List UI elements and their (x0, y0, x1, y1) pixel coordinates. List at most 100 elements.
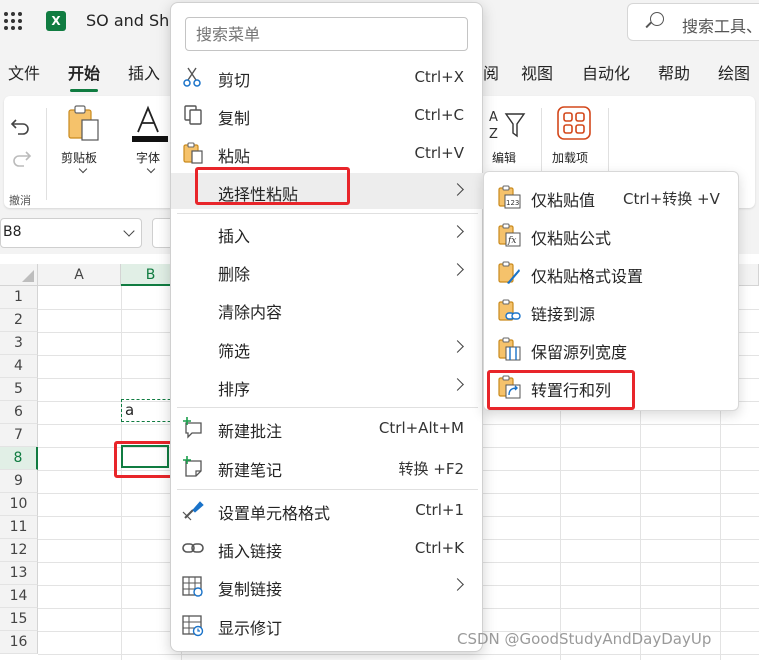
row-header[interactable]: 3 (0, 332, 38, 355)
menu-item-shortcut: Ctrl+K (414, 539, 464, 557)
clipboard-icon[interactable] (66, 104, 102, 144)
submenu-item-paste-formatting[interactable]: 仅粘贴格式设置 (484, 254, 740, 292)
menu-item-copy[interactable]: 复制 Ctrl+C (171, 97, 484, 133)
redo-icon[interactable] (10, 148, 32, 168)
row-header[interactable]: 12 (0, 539, 38, 562)
menu-item-insert-link[interactable]: 插入链接 Ctrl+K (171, 530, 484, 566)
submenu-item-paste-values[interactable]: 123 仅粘贴值 Ctrl+转换 +V (484, 178, 740, 216)
column-header-a[interactable]: A (38, 264, 121, 286)
search-box[interactable]: 搜索工具、 (627, 3, 759, 41)
row-header[interactable]: 13 (0, 562, 38, 585)
chevron-right-icon (451, 225, 464, 238)
tab-file[interactable]: 文件 (8, 60, 40, 84)
tab-insert[interactable]: 插入 (128, 60, 160, 84)
row-header[interactable]: 1 (0, 286, 38, 309)
row-header[interactable]: 5 (0, 378, 38, 401)
add-ins-label[interactable]: 加载项 (552, 149, 588, 166)
link-icon (182, 543, 204, 553)
row-header[interactable]: 9 (0, 470, 38, 493)
tab-review[interactable]: 阅 (483, 60, 499, 84)
add-ins-icon[interactable] (557, 106, 591, 140)
menu-item-new-comment[interactable]: 新建批注 Ctrl+Alt+M (171, 410, 484, 446)
menu-item-label: 排序 (218, 380, 251, 399)
chevron-right-icon (451, 263, 464, 276)
chevron-right-icon (451, 378, 464, 391)
select-all-corner[interactable] (0, 264, 38, 286)
menu-item-new-note[interactable]: 新建笔记 转换 +F2 (171, 449, 484, 485)
app-launcher-icon[interactable] (4, 12, 22, 30)
tab-draw[interactable]: 绘图 (718, 60, 750, 84)
menu-item-label: 复制 (218, 109, 251, 128)
submenu-item-paste-formulas[interactable]: fx 仅粘贴公式 (484, 216, 740, 254)
menu-item-delete[interactable]: 删除 (171, 253, 484, 289)
row-header[interactable]: 16 (0, 631, 38, 654)
menu-item-label: 显示修订 (218, 619, 283, 638)
menu-item-clear-contents[interactable]: 清除内容 (171, 291, 484, 327)
highlight-paste-special (195, 167, 350, 205)
paste-formulas-icon: fx (498, 223, 521, 247)
row-header[interactable]: 14 (0, 585, 38, 608)
menu-separator (177, 489, 478, 490)
search-icon (650, 12, 664, 26)
sort-filter-icon[interactable]: A Z (488, 108, 528, 142)
undo-icon[interactable] (10, 116, 32, 136)
keep-column-width-icon (498, 337, 521, 361)
menu-item-sort[interactable]: 排序 (171, 368, 484, 404)
submenu-item-label: 链接到源 (531, 305, 596, 324)
chevron-down-icon[interactable] (123, 225, 135, 237)
search-text: 搜索工具、 (682, 17, 759, 36)
clipboard-label[interactable]: 剪贴板 (61, 149, 97, 166)
format-cells-icon (182, 501, 204, 521)
svg-text:123: 123 (506, 199, 519, 207)
edit-label[interactable]: 编辑 (492, 149, 516, 166)
menu-item-cut[interactable]: 剪切 Ctrl+X (171, 59, 484, 95)
row-header[interactable]: 11 (0, 516, 38, 539)
font-icon[interactable] (130, 104, 170, 144)
menu-item-format-cells[interactable]: 设置单元格格式 Ctrl+1 (171, 492, 484, 528)
menu-item-show-changes[interactable]: 显示修订 (171, 607, 484, 643)
menu-item-label: 新建批注 (218, 422, 283, 441)
name-box[interactable]: B8 (0, 218, 142, 248)
tab-automate[interactable]: 自动化 (582, 60, 630, 84)
menu-item-label: 插入链接 (218, 542, 283, 561)
row-header[interactable]: 10 (0, 493, 38, 516)
highlight-transpose (487, 370, 635, 410)
menu-item-label: 删除 (218, 265, 251, 284)
paste-icon (183, 142, 203, 164)
clipboard-chevron-icon[interactable] (78, 164, 88, 174)
menu-item-insert[interactable]: 插入 (171, 215, 484, 251)
menu-item-copy-link[interactable]: 复制链接 (171, 568, 484, 604)
row-header[interactable]: 2 (0, 309, 38, 332)
menu-item-paste[interactable]: 粘贴 Ctrl+V (171, 135, 484, 171)
tab-view[interactable]: 视图 (521, 60, 553, 84)
submenu-item-paste-link[interactable]: 链接到源 (484, 292, 740, 330)
row-header[interactable]: 6 (0, 401, 38, 424)
menu-item-label: 筛选 (218, 342, 251, 361)
chevron-right-icon (451, 183, 464, 196)
row-header[interactable]: 15 (0, 608, 38, 631)
menu-item-label: 复制链接 (218, 580, 283, 599)
paste-formatting-icon (498, 261, 520, 284)
menu-item-label: 插入 (218, 227, 251, 246)
menu-item-label: 设置单元格格式 (218, 504, 331, 523)
menu-item-shortcut: 转换 +F2 (398, 460, 464, 478)
tab-help[interactable]: 帮助 (658, 60, 690, 84)
row-header[interactable]: 4 (0, 355, 38, 378)
new-comment-icon (183, 417, 202, 439)
submenu-item-keep-source-width[interactable]: 保留源列宽度 (484, 330, 740, 368)
name-box-value: B8 (3, 224, 22, 240)
menu-item-label: 粘贴 (218, 147, 251, 166)
undo-group-label: 撤消 (9, 194, 31, 207)
svg-text:fx: fx (507, 236, 516, 246)
ribbon-separator (46, 108, 47, 200)
paste-values-icon: 123 (498, 185, 521, 209)
font-label[interactable]: 字体 (136, 149, 160, 166)
menu-search-input[interactable] (185, 17, 468, 51)
row-header-selected[interactable]: 8 (0, 447, 38, 470)
tab-home[interactable]: 开始 (68, 60, 100, 92)
cell-value: a (125, 401, 135, 419)
font-chevron-icon[interactable] (146, 164, 156, 174)
row-header[interactable]: 7 (0, 424, 38, 447)
svg-text:Z: Z (489, 127, 498, 142)
menu-item-filter[interactable]: 筛选 (171, 330, 484, 366)
